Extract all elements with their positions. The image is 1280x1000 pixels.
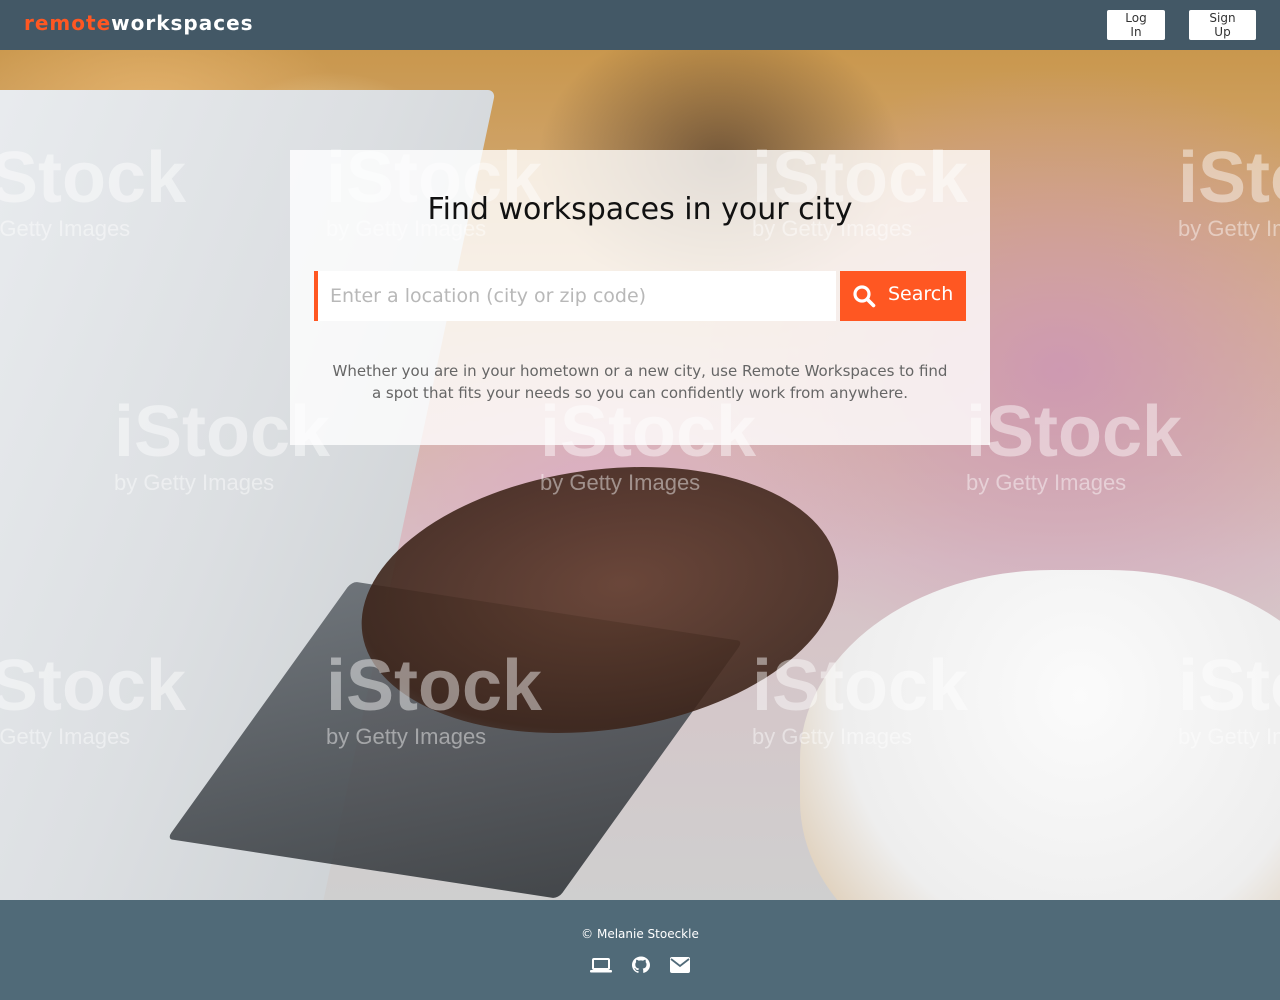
signup-button[interactable]: Sign Up (1189, 10, 1256, 40)
footer: © Melanie Stoeckle (0, 900, 1280, 1000)
watermark: iStockby Getty Images (1178, 646, 1280, 749)
laptop-icon[interactable] (590, 956, 612, 974)
top-navbar: remoteworkspaces Log In Sign Up (0, 0, 1280, 50)
page-title: Find workspaces in your city (427, 192, 853, 227)
watermark: iStockby Getty Images (966, 392, 1183, 495)
watermark: iStockby Getty Images (752, 646, 969, 749)
search-icon (852, 284, 876, 308)
description-text: Whether you are in your hometown or a ne… (332, 362, 948, 402)
search-button-label: Search (888, 283, 954, 305)
watermark: iStockby Getty Images (326, 646, 543, 749)
login-button[interactable]: Log In (1107, 10, 1165, 40)
search-button[interactable]: Search (840, 271, 966, 321)
watermark: iStockby Getty Images (0, 138, 187, 241)
location-search-input[interactable] (314, 271, 836, 321)
brand-logo[interactable]: remoteworkspaces (24, 11, 254, 35)
watermark: iStockby Getty Images (0, 646, 187, 749)
watermark: iStockby Getty Images (1178, 138, 1280, 241)
envelope-icon[interactable] (669, 956, 691, 974)
github-icon[interactable] (630, 956, 652, 974)
brand-remote: remote (24, 11, 112, 35)
search-card: Find workspaces in your city Search Whet… (290, 150, 990, 445)
copyright-text: © Melanie Stoeckle (581, 927, 699, 941)
brand-workspaces: workspaces (111, 11, 254, 35)
